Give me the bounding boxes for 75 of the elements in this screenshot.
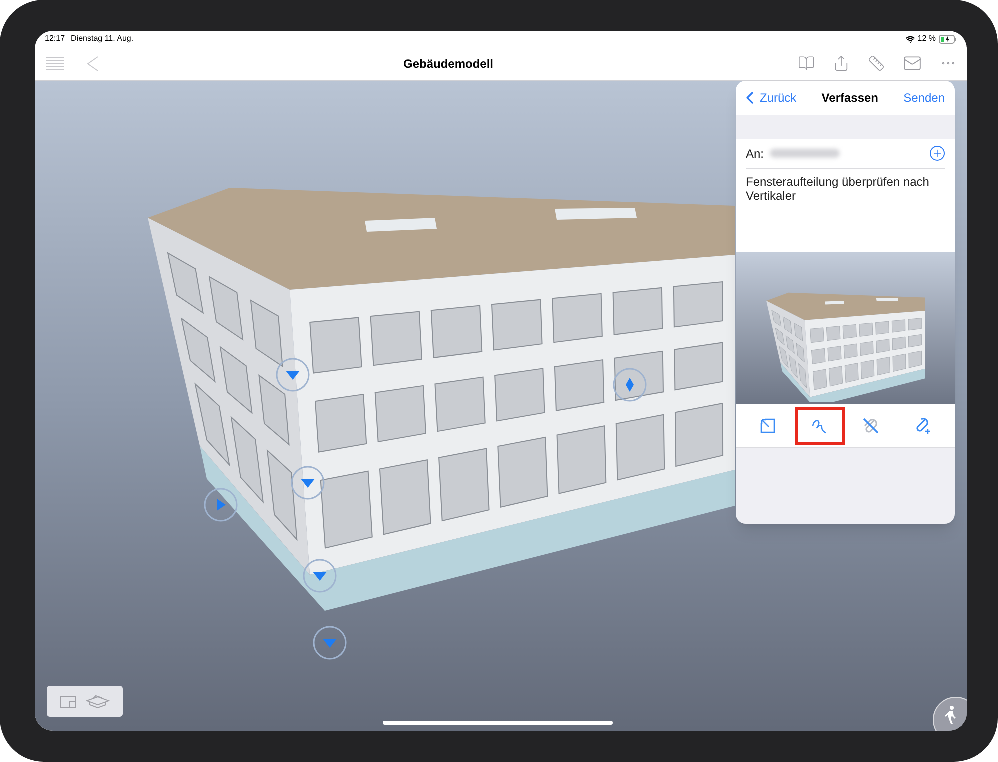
marker-icon[interactable]: [204, 488, 238, 522]
status-time: 12:17: [45, 33, 66, 45]
marker-icon[interactable]: [276, 358, 310, 392]
window: [782, 316, 792, 334]
attachment-tool-button[interactable]: [794, 406, 845, 444]
send-button[interactable]: Senden: [904, 89, 951, 107]
window: [779, 346, 789, 368]
window: [813, 369, 828, 390]
window: [908, 334, 922, 348]
battery-icon: [939, 34, 957, 44]
window: [908, 350, 922, 368]
window: [798, 364, 807, 388]
window: [374, 385, 426, 442]
window: [614, 350, 664, 402]
wifi-icon: [906, 34, 915, 44]
list-icon[interactable]: [45, 56, 65, 70]
walking-person-icon: [945, 706, 957, 724]
window: [860, 342, 874, 356]
window: [674, 402, 724, 468]
skylight: [876, 298, 899, 302]
window: [616, 414, 666, 481]
window: [498, 436, 548, 508]
resize-icon: [760, 418, 776, 434]
window: [208, 276, 244, 341]
window: [772, 310, 782, 327]
marker-icon[interactable]: [291, 466, 325, 500]
battery-percent: 12 %: [918, 33, 936, 45]
back-button[interactable]: Zurück: [740, 88, 797, 108]
view-title: Gebäudemodell: [403, 56, 494, 72]
marker-icon[interactable]: [313, 626, 347, 660]
window: [556, 426, 607, 494]
window: [180, 318, 216, 384]
marker-icon[interactable]: [613, 368, 647, 402]
window: [220, 346, 253, 414]
mail-icon[interactable]: [903, 54, 922, 73]
window: [314, 394, 368, 453]
window: [844, 344, 858, 359]
open-box-icon[interactable]: [86, 694, 110, 708]
compose-title: Verfassen: [822, 90, 879, 107]
window: [370, 311, 423, 366]
add-recipient-button[interactable]: [930, 146, 945, 161]
window: [786, 336, 795, 354]
window: [775, 328, 785, 346]
window: [892, 336, 906, 350]
window: [167, 252, 204, 314]
window: [828, 346, 842, 362]
paperclip-plus-icon: [914, 416, 932, 434]
window: [494, 368, 546, 422]
window: [860, 360, 875, 380]
window: [876, 339, 890, 354]
ruler-icon[interactable]: [868, 55, 885, 72]
marker-icon[interactable]: [303, 559, 337, 593]
plus-icon: [932, 148, 943, 159]
window: [892, 354, 906, 372]
message-text[interactable]: Fensteraufteilung überprüfen nach Vertikaler: [746, 175, 945, 203]
skylight: [825, 301, 845, 305]
window: [250, 300, 284, 368]
to-label: An:: [746, 146, 764, 162]
status-date: Dienstag 11. Aug.: [71, 33, 134, 45]
window: [788, 354, 798, 378]
share-icon[interactable]: [833, 55, 850, 72]
window: [829, 366, 843, 387]
paperclip-crossed-icon: [862, 416, 880, 434]
window: [876, 357, 890, 376]
window: [674, 342, 724, 391]
window: [908, 318, 922, 331]
book-icon[interactable]: [798, 55, 815, 72]
window: [554, 359, 605, 412]
floor-plan-icon[interactable]: [60, 696, 76, 708]
window: [434, 376, 486, 432]
window: [844, 363, 859, 383]
window: [430, 305, 483, 358]
skylight: [365, 218, 437, 232]
window: [842, 324, 857, 339]
blurred-recipient: [770, 149, 840, 158]
